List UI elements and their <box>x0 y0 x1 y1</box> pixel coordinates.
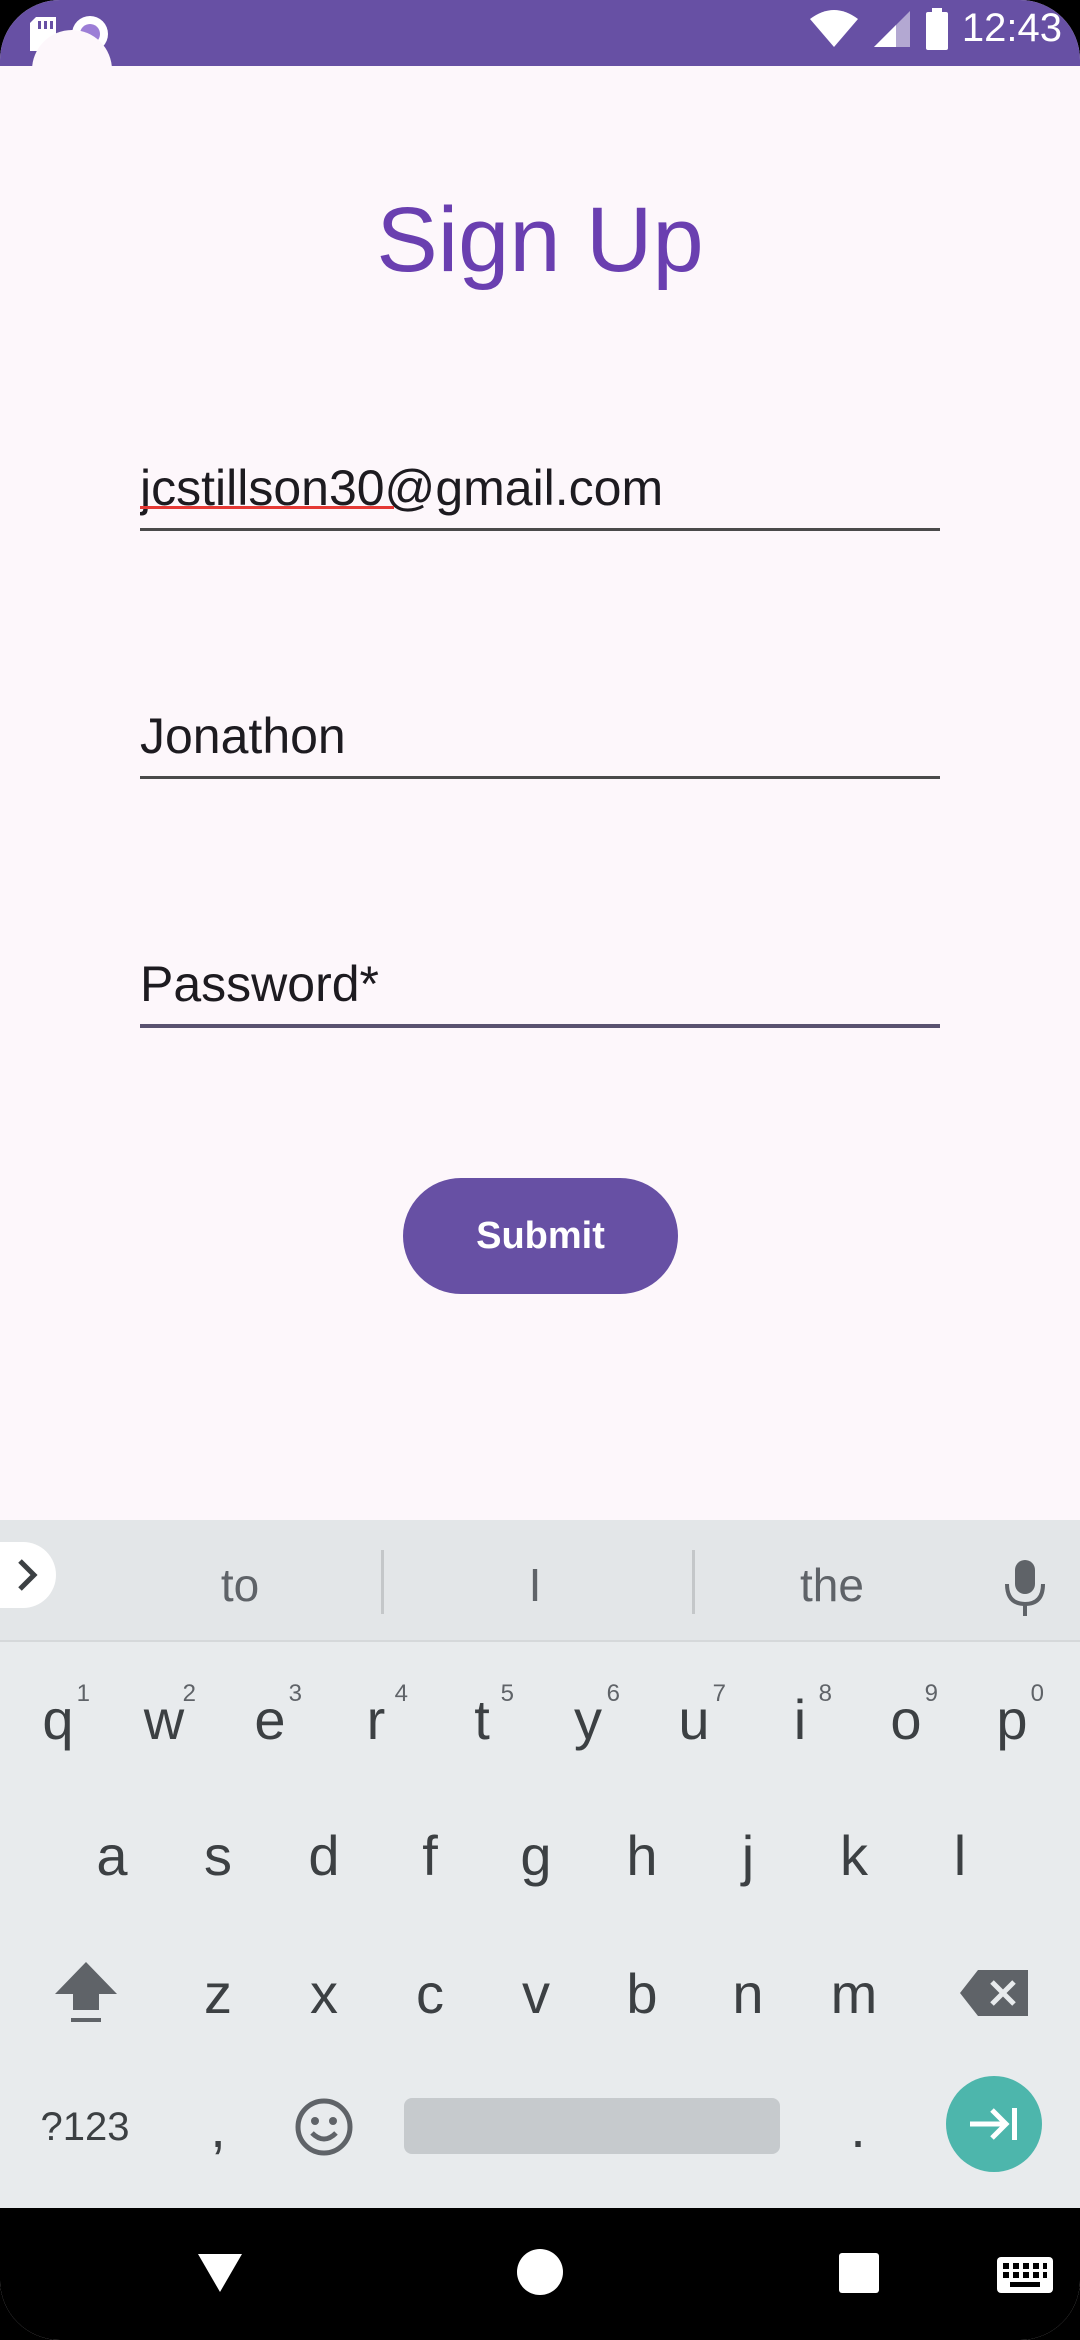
space-key[interactable] <box>404 2098 780 2154</box>
key-hint: 2 <box>182 1680 196 1707</box>
key-hint: 1 <box>76 1680 90 1707</box>
home-icon[interactable] <box>516 2248 564 2296</box>
key-n[interactable]: n <box>698 1938 798 2048</box>
key-label: e <box>254 1687 286 1751</box>
key-r[interactable]: r4 <box>326 1664 426 1774</box>
key-m[interactable]: m <box>804 1938 904 2048</box>
emoji-icon <box>295 2098 353 2156</box>
key-label: i <box>793 1687 807 1751</box>
key-j[interactable]: j <box>698 1800 798 1910</box>
key-hint: 4 <box>394 1680 408 1707</box>
key-b[interactable]: b <box>592 1938 692 2048</box>
soft-keyboard: to I the q1 w2 e3 r4 t5 y6 u7 i8 o9 p0 a… <box>0 1520 1080 2208</box>
key-hint: 0 <box>1030 1680 1044 1707</box>
key-hint: 3 <box>288 1680 302 1707</box>
key-hint: 9 <box>924 1680 938 1707</box>
wifi-icon <box>809 9 858 47</box>
back-icon[interactable] <box>196 2252 244 2294</box>
backspace-icon <box>960 1970 1028 2016</box>
name-field[interactable] <box>140 696 940 776</box>
key-label: y <box>574 1687 602 1751</box>
period-key[interactable]: . <box>808 2072 908 2182</box>
submit-button[interactable]: Submit <box>403 1178 678 1294</box>
suggestion-3[interactable]: the <box>732 1558 932 1618</box>
app-screen: 12:43 Sign Up Submit to I the <box>0 0 1080 2340</box>
status-bar: 12:43 <box>0 0 1080 66</box>
key-hint: 6 <box>606 1680 620 1707</box>
key-k[interactable]: k <box>804 1800 904 1910</box>
shift-key[interactable] <box>36 1938 136 2048</box>
key-c[interactable]: c <box>380 1938 480 2048</box>
key-label: t <box>474 1687 490 1751</box>
key-s[interactable]: s <box>168 1800 268 1910</box>
suggestion-divider <box>381 1550 384 1614</box>
key-x[interactable]: x <box>274 1938 374 2048</box>
key-e[interactable]: e3 <box>220 1664 320 1774</box>
suggestion-1[interactable]: to <box>140 1558 340 1618</box>
key-p[interactable]: p0 <box>962 1664 1062 1774</box>
key-h[interactable]: h <box>592 1800 692 1910</box>
key-label: o <box>890 1687 922 1751</box>
key-t[interactable]: t5 <box>432 1664 532 1774</box>
suggestion-divider <box>692 1550 695 1614</box>
key-d[interactable]: d <box>274 1800 374 1910</box>
spellcheck-underline <box>140 506 394 509</box>
suggestion-expand-button[interactable] <box>0 1542 56 1608</box>
key-o[interactable]: o9 <box>856 1664 956 1774</box>
key-a[interactable]: a <box>62 1800 162 1910</box>
tab-next-icon <box>970 2108 1017 2140</box>
emoji-key[interactable] <box>274 2072 374 2182</box>
key-label: p <box>996 1687 1028 1751</box>
key-q[interactable]: q1 <box>8 1664 108 1774</box>
name-field-container <box>140 696 940 779</box>
key-hint: 8 <box>818 1680 832 1707</box>
key-y[interactable]: y6 <box>538 1664 638 1774</box>
key-hint: 7 <box>712 1680 726 1707</box>
recents-icon[interactable] <box>838 2252 880 2294</box>
password-field[interactable] <box>140 944 940 1024</box>
page-title: Sign Up <box>376 189 704 291</box>
shift-icon <box>55 1962 117 2022</box>
key-z[interactable]: z <box>168 1938 268 2048</box>
key-u[interactable]: u7 <box>644 1664 744 1774</box>
battery-icon <box>925 7 948 50</box>
email-field-container <box>140 448 940 531</box>
password-field-container <box>140 944 940 1028</box>
key-hint: 5 <box>500 1680 514 1707</box>
cell-signal-icon <box>873 10 910 47</box>
status-time: 12:43 <box>961 6 1062 50</box>
camera-cutout <box>32 30 112 110</box>
key-g[interactable]: g <box>486 1800 586 1910</box>
comma-key[interactable]: , <box>168 2072 268 2182</box>
key-label: w <box>143 1687 185 1751</box>
key-f[interactable]: f <box>380 1800 480 1910</box>
key-i[interactable]: i8 <box>750 1664 850 1774</box>
chevron-right-icon <box>18 1559 38 1591</box>
key-v[interactable]: v <box>486 1938 586 2048</box>
enter-key[interactable] <box>946 2076 1042 2172</box>
navigation-bar <box>0 2208 1080 2340</box>
key-w[interactable]: w2 <box>114 1664 214 1774</box>
symbols-key[interactable]: ?123 <box>20 2072 150 2182</box>
keyboard-switch-icon[interactable] <box>996 2256 1054 2294</box>
email-field[interactable] <box>140 448 940 528</box>
key-label: r <box>366 1687 386 1751</box>
key-label: u <box>678 1687 710 1751</box>
suggestion-2[interactable]: I <box>435 1558 635 1618</box>
suggestion-bar: to I the <box>0 1520 1080 1642</box>
key-label: q <box>42 1687 74 1751</box>
key-l[interactable]: l <box>910 1800 1010 1910</box>
backspace-key[interactable] <box>944 1938 1044 2048</box>
mic-icon[interactable] <box>1000 1558 1050 1618</box>
